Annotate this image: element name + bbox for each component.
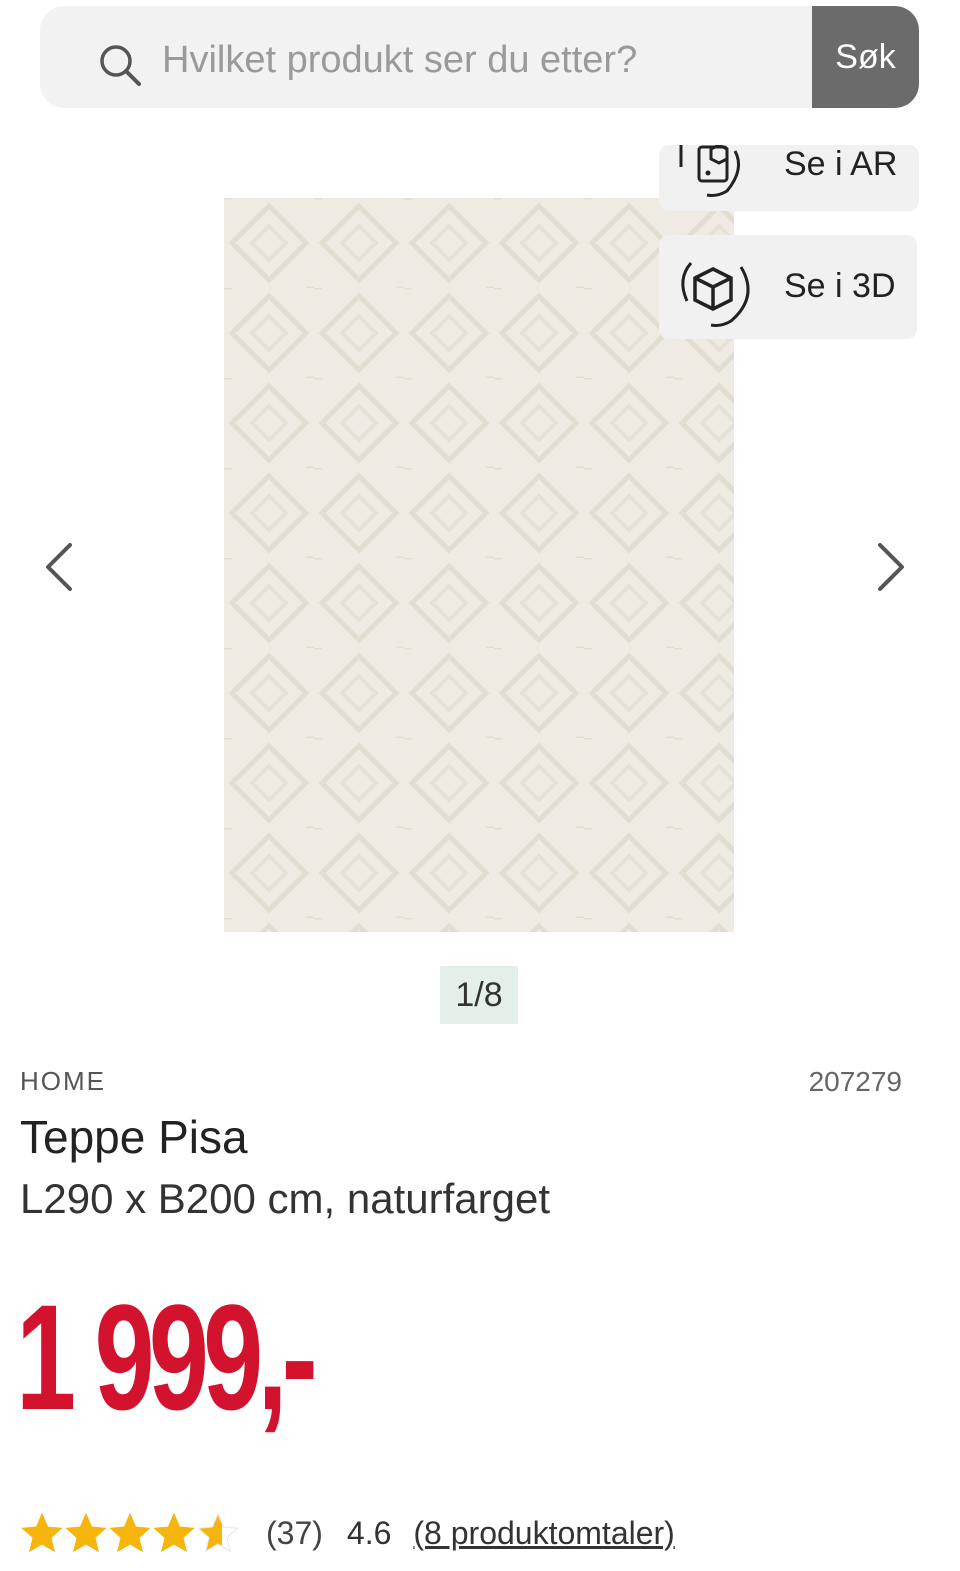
product-brand[interactable]: HOME <box>20 1066 106 1097</box>
image-counter: 1/8 <box>440 966 518 1024</box>
search-icon <box>100 45 141 86</box>
star-icon <box>153 1512 195 1553</box>
view-in-3d-label: Se i 3D <box>784 267 896 305</box>
3d-cube-icon <box>681 262 750 327</box>
product-sku: 207279 <box>808 1066 902 1097</box>
star-icon <box>197 1512 239 1553</box>
star-rating[interactable] <box>20 1511 240 1555</box>
chevron-right-icon[interactable] <box>868 537 912 597</box>
star-icon <box>65 1512 107 1553</box>
search-input[interactable] <box>162 32 842 88</box>
search-button[interactable]: Søk <box>812 6 919 108</box>
rating-value: 4.6 <box>346 1514 392 1551</box>
product-title: Teppe Pisa <box>20 1111 248 1163</box>
reviews-link[interactable]: (8 produktomtaler) <box>413 1515 674 1552</box>
view-in-ar-label: Se i AR <box>784 145 898 183</box>
product-price: 1 999,- <box>16 1273 318 1441</box>
star-icon <box>21 1512 63 1553</box>
chevron-left-icon[interactable] <box>38 537 82 597</box>
search-bar: Søk <box>40 6 919 108</box>
product-subtitle: L290 x B200 cm, naturfarget <box>20 1175 550 1222</box>
view-in-ar-button[interactable]: Se i AR <box>659 145 919 211</box>
rating-count: (37) <box>266 1514 323 1551</box>
star-icon <box>109 1512 151 1553</box>
product-image[interactable] <box>224 198 734 932</box>
rating-row: (37) 4.6 (8 produktomtaler) <box>20 1508 675 1558</box>
ar-icon <box>679 145 741 197</box>
view-in-3d-button[interactable]: Se i 3D <box>659 235 917 339</box>
